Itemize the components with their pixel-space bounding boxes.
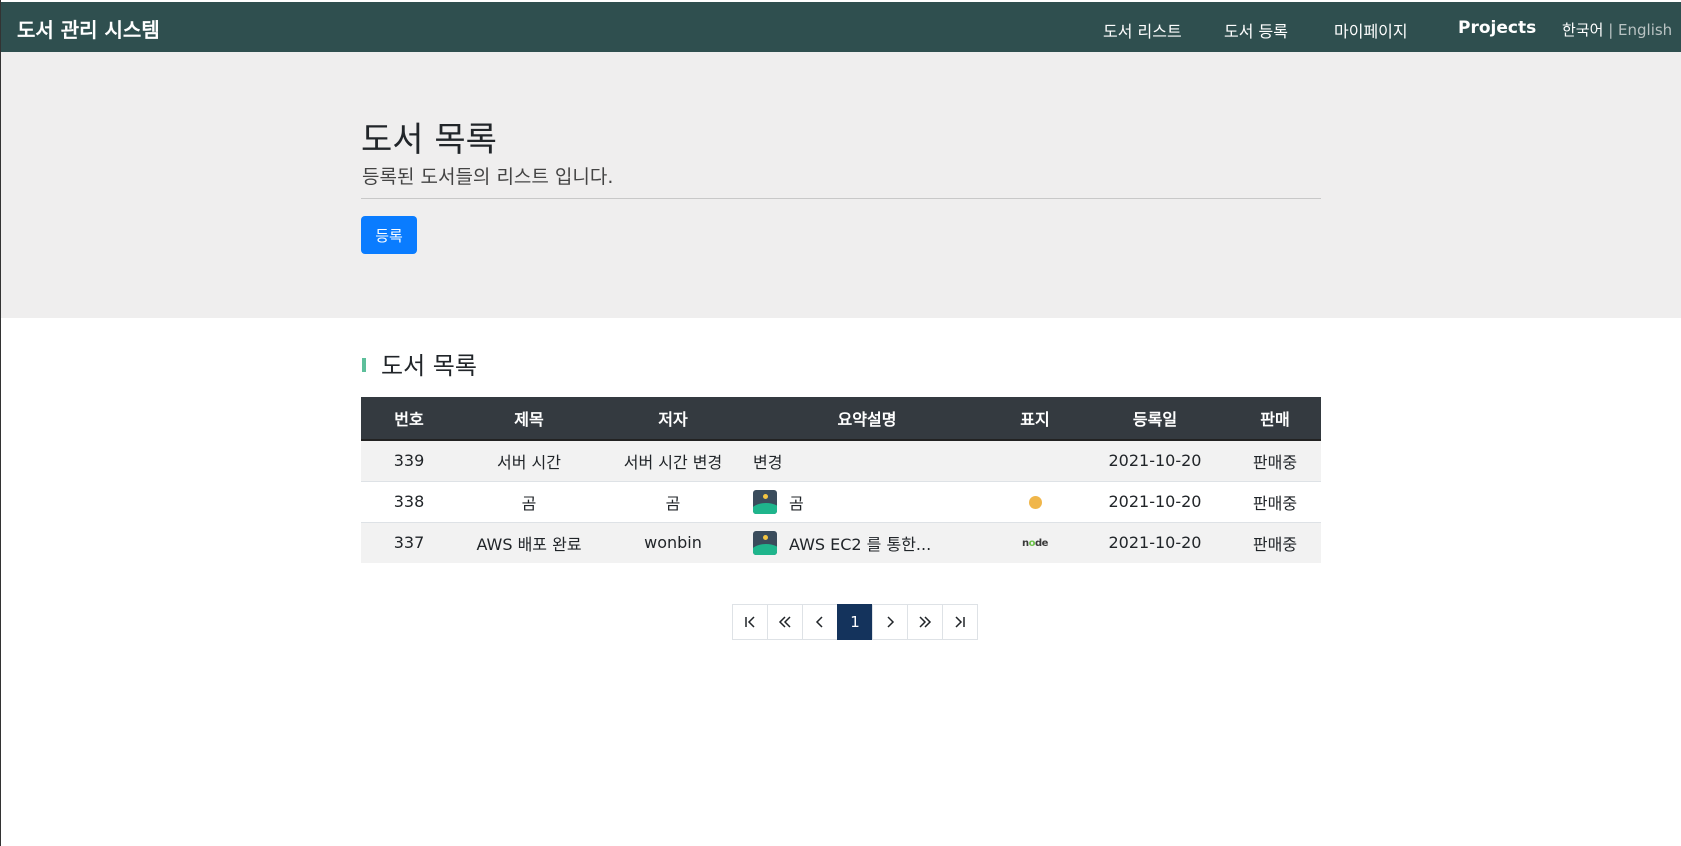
summary-text: 곰 (789, 493, 804, 513)
cell-summary: AWS EC2 를 통한... (745, 521, 989, 563)
smile-icon (1028, 496, 1042, 509)
top-navbar: 도서 관리 시스템 도서 리스트 도서 등록 마이페이지 Projects 한국… (1, 2, 1681, 52)
lang-separator: | (1608, 21, 1614, 39)
page-number-button[interactable]: 1 (837, 604, 873, 640)
cell-num: 339 (361, 439, 457, 481)
double-chevron-left-icon (778, 616, 791, 628)
cell-date: 2021-10-20 (1081, 480, 1229, 522)
chevron-right-icon (887, 616, 895, 628)
cell-num: 337 (361, 521, 457, 563)
last-page-button[interactable] (942, 604, 978, 640)
cell-title[interactable]: 곰 (457, 480, 601, 522)
cell-author: 곰 (601, 480, 745, 522)
brand-link[interactable]: 도서 관리 시스템 (17, 14, 160, 43)
header-jumbotron: 도서 목록 등록된 도서들의 리스트 입니다. 등록 (1, 52, 1681, 318)
register-button[interactable]: 등록 (361, 216, 417, 254)
pagination: 1 (732, 604, 978, 640)
nav-book-list[interactable]: 도서 리스트 (1103, 18, 1182, 42)
cell-num: 338 (361, 480, 457, 522)
node-logo-icon: node (1022, 538, 1048, 550)
lang-korean[interactable]: 한국어 (1562, 21, 1603, 39)
summary-text: AWS EC2 를 통한... (789, 534, 932, 554)
cell-sale: 판매중 (1229, 480, 1321, 522)
page-subtitle: 등록된 도서들의 리스트 입니다. (362, 166, 614, 188)
cell-summary: 변경 (745, 439, 989, 481)
image-icon (753, 530, 777, 555)
cell-date: 2021-10-20 (1081, 521, 1229, 563)
table-row[interactable]: 339 서버 시간 서버 시간 변경 변경 2021-10-20 판매중 (361, 439, 1321, 481)
cell-sale: 판매중 (1229, 439, 1321, 481)
col-header-cover: 표지 (989, 397, 1081, 441)
last-page-icon (955, 616, 965, 628)
table-body: 339 서버 시간 서버 시간 변경 변경 2021-10-20 판매중 338… (361, 439, 1321, 563)
cell-date: 2021-10-20 (1081, 439, 1229, 481)
cell-sale: 판매중 (1229, 521, 1321, 563)
prev-page-button[interactable] (802, 604, 838, 640)
prev-group-button[interactable] (767, 604, 803, 640)
cell-author: 서버 시간 변경 (601, 439, 745, 481)
double-chevron-right-icon (919, 616, 932, 628)
cell-cover (989, 480, 1081, 522)
lang-english[interactable]: English (1618, 21, 1672, 39)
cell-author: wonbin (601, 521, 745, 563)
col-header-num: 번호 (361, 397, 457, 441)
col-header-date: 등록일 (1081, 397, 1229, 441)
section-accent-bar (362, 358, 366, 372)
page: 도서 관리 시스템 도서 리스트 도서 등록 마이페이지 Projects 한국… (0, 0, 1681, 846)
col-header-author: 저자 (601, 397, 745, 441)
chevron-left-icon (815, 616, 823, 628)
cell-summary: 곰 (745, 480, 989, 522)
page-title: 도서 목록 (361, 120, 497, 160)
col-header-title: 제목 (457, 397, 601, 441)
cell-cover (989, 439, 1081, 481)
table-row[interactable]: 338 곰 곰 곰 2021-10-20 판매중 (361, 480, 1321, 522)
nav-mypage[interactable]: 마이페이지 (1334, 18, 1408, 42)
table-header: 번호 제목 저자 요약설명 표지 등록일 판매 (361, 397, 1321, 441)
divider (361, 198, 1321, 199)
first-page-button[interactable] (732, 604, 768, 640)
next-group-button[interactable] (907, 604, 943, 640)
col-header-sale: 판매 (1229, 397, 1321, 441)
book-table: 번호 제목 저자 요약설명 표지 등록일 판매 339 서버 시간 서버 시간 … (361, 397, 1321, 563)
table-row[interactable]: 337 AWS 배포 완료 wonbin AWS EC2 를 통한... nod… (361, 521, 1321, 563)
next-page-button[interactable] (872, 604, 908, 640)
cell-cover: node (989, 521, 1081, 563)
language-switcher: 한국어 | English (1562, 19, 1672, 40)
cell-title[interactable]: 서버 시간 (457, 439, 601, 481)
nav-projects[interactable]: Projects (1458, 18, 1536, 38)
nav-book-register[interactable]: 도서 등록 (1224, 18, 1288, 42)
col-header-summary: 요약설명 (745, 397, 989, 441)
first-page-icon (745, 616, 755, 628)
summary-text: 변경 (753, 452, 783, 472)
section-title: 도서 목록 (381, 352, 477, 380)
cell-title[interactable]: AWS 배포 완료 (457, 521, 601, 563)
image-icon (753, 489, 777, 514)
